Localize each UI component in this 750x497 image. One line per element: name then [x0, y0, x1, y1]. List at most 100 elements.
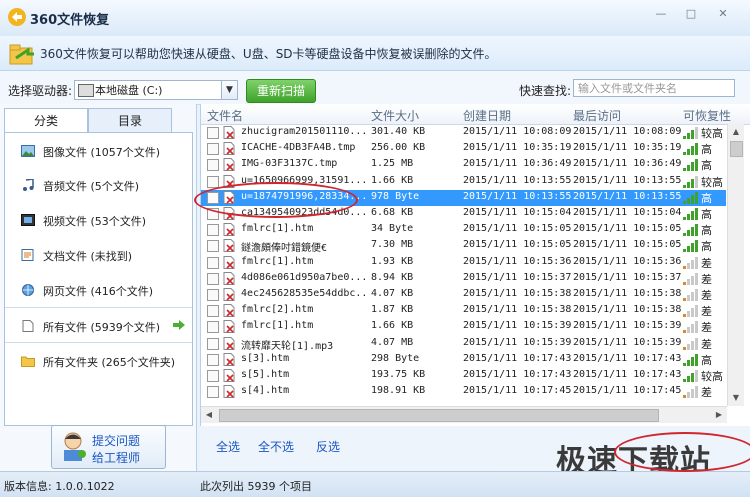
table-row[interactable]: 鐩澹頗俸吋錯鏡便€ 7.30 MB 2015/1/11 10:15:05 2015/1…	[201, 238, 726, 254]
file-table: 文件名 文件大小 创建日期 最后访问 可恢复性 zhucigram2015011…	[200, 104, 750, 426]
maximize-button[interactable]: □	[680, 6, 702, 22]
engineer-avatar-icon	[64, 432, 86, 461]
cell-size: 298 Byte	[371, 352, 420, 364]
signal-bars-icon	[683, 143, 698, 156]
annotation-ellipse-recover	[614, 432, 750, 472]
close-button[interactable]: ✕	[712, 6, 734, 22]
table-row[interactable]: fmlrc[1].htm 34 Byte 2015/1/11 10:15:05 201…	[201, 222, 726, 238]
col-recoverability[interactable]: 可恢复性	[683, 107, 731, 124]
row-checkbox[interactable]	[207, 240, 219, 253]
cell-size: 1.25 MB	[371, 158, 414, 170]
scroll-up-icon[interactable]: ▲	[728, 124, 744, 140]
category-item-all-files[interactable]: 所有文件 (5939个文件)	[5, 307, 192, 343]
table-row[interactable]: 4d086e061d950a7be0... 8.94 KB 2015/1/11 10…	[201, 271, 726, 287]
row-checkbox[interactable]	[207, 289, 219, 301]
cell-size: 4.07 MB	[371, 336, 414, 348]
drive-select[interactable]: 本地磁盘 (C:) ▼	[74, 80, 238, 100]
tab-category[interactable]: 分类	[4, 108, 88, 132]
banner-text: 360文件恢复可以帮助您快速从硬盘、U盘、SD卡等硬盘设备中恢复被误删除的文件。	[40, 47, 497, 61]
cell-created: 2015/1/11 10:15:38	[463, 288, 572, 299]
submit-issue-button[interactable]: 提交问题 给工程师	[51, 425, 166, 469]
cell-created: 2015/1/11 10:17:45	[463, 385, 572, 397]
row-checkbox[interactable]	[207, 143, 219, 156]
cell-created: 2015/1/11 10:17:43	[463, 369, 572, 380]
cell-recoverability: 较高	[701, 127, 723, 140]
table-row[interactable]: s[5].htm 193.75 KB 2015/1/11 10:17:43 2015/…	[201, 368, 726, 384]
search-input[interactable]: 输入文件或文件夹名	[573, 79, 735, 97]
row-checkbox[interactable]	[207, 272, 219, 285]
row-checkbox[interactable]	[207, 256, 219, 269]
scroll-thumb[interactable]	[730, 141, 743, 157]
cell-created: 2015/1/11 10:15:05	[463, 239, 572, 251]
table-row[interactable]: fmlrc[1].htm 1.66 KB 2015/1/11 10:15:39 201…	[201, 319, 726, 335]
arrow-right-icon	[173, 320, 185, 330]
item-count: 此次列出 5939 个项目	[200, 480, 312, 493]
table-row[interactable]: s[3].htm 298 Byte 2015/1/11 10:17:43 2015/1…	[201, 352, 726, 368]
cell-accessed: 2015/1/11 10:15:36	[573, 255, 682, 267]
cell-created: 2015/1/11 10:13:55	[463, 190, 572, 202]
cell-recoverability: 高	[701, 191, 712, 205]
cell-name: fmlrc[1].htm	[241, 223, 314, 235]
row-checkbox[interactable]	[207, 305, 219, 318]
row-checkbox[interactable]	[207, 370, 219, 382]
category-item-audio[interactable]: 音频文件 (5个文件)	[5, 167, 192, 201]
category-item-web[interactable]: 网页文件 (416个文件)	[5, 272, 192, 306]
row-checkbox[interactable]	[207, 321, 219, 334]
table-header: 文件名 文件大小 创建日期 最后访问 可恢复性	[201, 104, 750, 125]
col-created[interactable]: 创建日期	[463, 107, 511, 124]
deleted-file-icon	[223, 336, 235, 350]
deleted-file-icon	[223, 369, 235, 382]
category-item-image[interactable]: 图像文件 (1057个文件)	[5, 133, 192, 167]
cell-accessed: 2015/1/11 10:15:38	[573, 288, 682, 299]
rescan-button[interactable]: 重新扫描	[246, 79, 316, 103]
select-all-link[interactable]: 全选	[216, 438, 240, 455]
table-row[interactable]: s[4].htm 198.91 KB 2015/1/11 10:17:45 2015/…	[201, 384, 726, 400]
cell-size: 978 Byte	[371, 190, 420, 202]
table-row[interactable]: fmlrc[1].htm 1.93 KB 2015/1/11 10:15:36 201…	[201, 255, 726, 271]
cell-accessed: 2015/1/11 10:36:49	[573, 158, 682, 170]
row-checkbox[interactable]	[207, 175, 219, 188]
select-none-link[interactable]: 全不选	[258, 438, 294, 455]
category-item-all-folders[interactable]: 所有文件夹 (265个文件夹)	[5, 343, 192, 377]
col-size[interactable]: 文件大小	[371, 107, 419, 124]
horizontal-scrollbar[interactable]: ◀ ▶	[201, 406, 727, 423]
row-checkbox[interactable]	[207, 386, 219, 399]
hscroll-thumb[interactable]	[219, 409, 659, 422]
table-row[interactable]: ICACHE-4DB3FA4B.tmp 256.00 KB 2015/1/11 10…	[201, 141, 726, 157]
category-item-video[interactable]: 视频文件 (53个文件)	[5, 202, 192, 236]
chevron-down-icon[interactable]: ▼	[221, 81, 237, 99]
col-accessed[interactable]: 最后访问	[573, 107, 621, 124]
cell-size: 34 Byte	[371, 223, 414, 235]
cell-created: 2015/1/11 10:15:04	[463, 207, 572, 218]
cell-created: 2015/1/11 10:15:36	[463, 255, 572, 267]
table-row[interactable]: IMG-03F3137C.tmp 1.25 MB 2015/1/11 10:36:4…	[201, 157, 726, 173]
row-checkbox[interactable]	[207, 353, 219, 366]
window-title: 360文件恢复	[30, 13, 110, 28]
deleted-file-icon	[223, 158, 235, 172]
category-item-document[interactable]: 文档文件 (未找到)	[5, 237, 192, 271]
disk-icon	[78, 84, 94, 97]
scroll-right-icon[interactable]: ▶	[711, 407, 727, 423]
cell-created: 2015/1/11 10:15:05	[463, 223, 572, 235]
invert-selection-link[interactable]: 反选	[316, 438, 340, 455]
vertical-scrollbar[interactable]: ▲ ▼	[727, 124, 744, 406]
scroll-down-icon[interactable]: ▼	[728, 390, 744, 406]
cell-recoverability: 高	[701, 240, 712, 254]
minimize-button[interactable]: —	[650, 6, 672, 22]
row-checkbox[interactable]	[207, 127, 219, 139]
cell-created: 2015/1/11 10:17:43	[463, 352, 572, 364]
scroll-left-icon[interactable]: ◀	[201, 407, 217, 423]
table-row[interactable]: 4ec245628535e54ddbc... 4.07 KB 2015/1/11 1…	[201, 287, 726, 303]
deleted-file-icon	[223, 385, 235, 399]
table-row[interactable]: 流转靡天轮[1].mp3 4.07 MB 2015/1/11 10:15:39 201…	[201, 336, 726, 352]
col-name[interactable]: 文件名	[207, 107, 243, 124]
row-checkbox[interactable]	[207, 224, 219, 237]
table-row[interactable]: fmlrc[2].htm 1.87 KB 2015/1/11 10:15:38 201…	[201, 303, 726, 319]
row-checkbox[interactable]	[207, 159, 219, 172]
table-row[interactable]: zhucigram201501110... 301.40 KB 2015/1/11 …	[201, 125, 726, 141]
tab-directory[interactable]: 目录	[88, 108, 172, 132]
signal-bars-icon	[683, 159, 698, 172]
cell-name: s[4].htm	[241, 385, 290, 397]
cell-accessed: 2015/1/11 10:35:19	[573, 142, 682, 154]
row-checkbox[interactable]	[207, 337, 219, 350]
